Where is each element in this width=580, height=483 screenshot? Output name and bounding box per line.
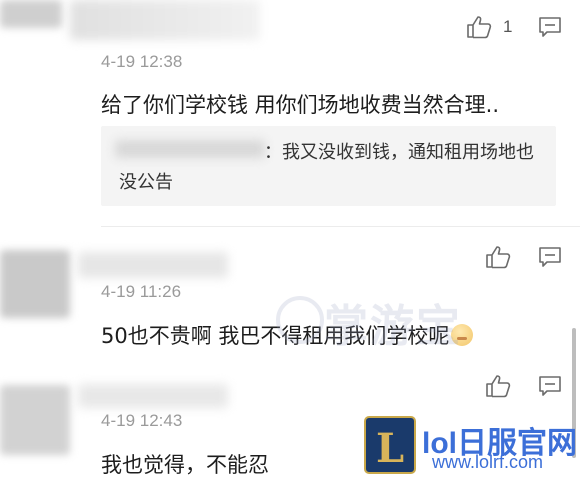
brand-url[interactable]: www.lolrf.com xyxy=(432,452,543,473)
avatar[interactable] xyxy=(0,0,62,28)
comment-icon[interactable] xyxy=(538,375,562,397)
watermark: 掌游宝 xyxy=(324,301,462,352)
avatar[interactable] xyxy=(0,385,70,455)
username-blurred[interactable] xyxy=(70,0,260,40)
svg-text:L: L xyxy=(376,425,404,472)
comment-icon[interactable] xyxy=(538,246,562,268)
comment-text: 我也觉得，不能忍 xyxy=(101,453,269,477)
like-icon[interactable] xyxy=(466,15,492,39)
lol-logo-icon: L xyxy=(364,416,416,474)
like-count: 1 xyxy=(503,17,513,36)
comment-timestamp: 4-19 12:38 xyxy=(101,52,183,71)
avatar[interactable] xyxy=(0,250,70,318)
reply-box[interactable]: ：我又没收到钱，通知租用场地也没公告 xyxy=(101,126,556,206)
comment-icon[interactable] xyxy=(538,16,562,38)
like-icon[interactable] xyxy=(485,374,511,398)
username-blurred[interactable] xyxy=(78,252,228,278)
like-icon[interactable] xyxy=(485,245,511,269)
divider xyxy=(101,226,580,227)
comment-timestamp: 4-19 11:26 xyxy=(101,282,182,301)
reply-text: ：我又没收到钱，通知租用场地也没公告 xyxy=(119,142,534,193)
comment-text: 给了你们学校钱 用你们场地收费当然合理.. xyxy=(101,93,500,117)
username-blurred[interactable] xyxy=(78,384,228,408)
comment-timestamp: 4-19 12:43 xyxy=(101,411,183,430)
